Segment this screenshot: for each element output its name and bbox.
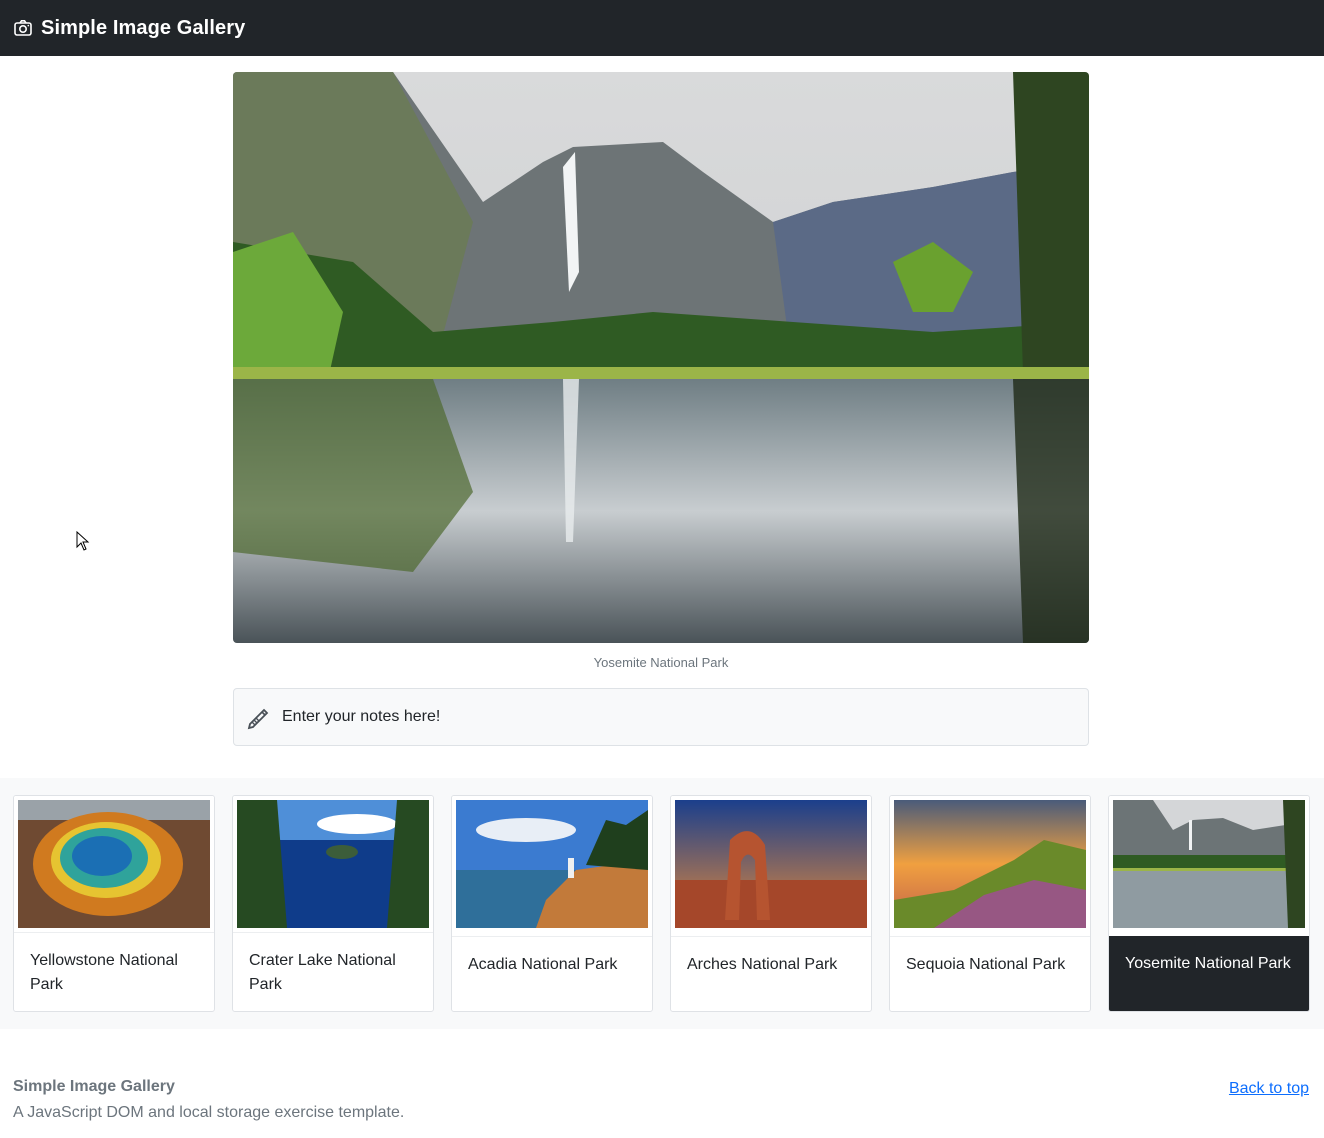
thumbnail-image-yellowstone: [18, 800, 210, 928]
back-to-top-link[interactable]: Back to top: [1229, 1080, 1309, 1098]
pencil-icon: [247, 708, 269, 730]
thumbnail-image-sequoia: [894, 800, 1086, 928]
navbar-brand[interactable]: Simple Image Gallery: [13, 17, 245, 40]
thumbnail-image-arches: [675, 800, 867, 928]
main-image-caption: Yosemite National Park: [593, 655, 729, 670]
notes-box: [233, 688, 1089, 746]
thumbnail-label: Acadia National Park: [452, 936, 652, 1011]
thumbnail-card-arches[interactable]: Arches National Park: [670, 795, 872, 1012]
thumbnail-label: Sequoia National Park: [890, 936, 1090, 1011]
thumbnail-label: Yellowstone National Park: [14, 932, 214, 1011]
main-image: [233, 72, 1089, 643]
thumbnail-card-yellowstone[interactable]: Yellowstone National Park: [13, 795, 215, 1012]
thumbnail-image-crater-lake: [237, 800, 429, 928]
mouse-cursor-icon: [76, 531, 90, 551]
thumbnail-image-yosemite: [1113, 800, 1305, 928]
thumbnail-label: Arches National Park: [671, 936, 871, 1011]
navbar: Simple Image Gallery: [0, 0, 1324, 56]
thumbnail-card-acadia[interactable]: Acadia National Park: [451, 795, 653, 1012]
thumbnail-card-sequoia[interactable]: Sequoia National Park: [889, 795, 1091, 1012]
thumbnail-label: Yosemite National Park: [1109, 936, 1309, 1011]
notes-input[interactable]: [282, 708, 1042, 726]
thumbnail-card-crater-lake[interactable]: Crater Lake National Park: [232, 795, 434, 1012]
footer-subtitle: A JavaScript DOM and local storage exerc…: [13, 1104, 405, 1121]
camera-icon: [14, 20, 32, 36]
footer-title: Simple Image Gallery: [13, 1078, 175, 1095]
navbar-title: Simple Image Gallery: [41, 16, 246, 39]
main-figure: Yosemite National Park: [233, 72, 1089, 671]
thumbnail-label: Crater Lake National Park: [233, 932, 433, 1011]
thumbnail-strip: Yellowstone National Park Crater Lake Na…: [0, 778, 1324, 1029]
footer: Simple Image Gallery A JavaScript DOM an…: [13, 1078, 1309, 1122]
thumbnail-image-acadia: [456, 800, 648, 928]
thumbnail-card-yosemite[interactable]: Yosemite National Park: [1108, 795, 1310, 1012]
